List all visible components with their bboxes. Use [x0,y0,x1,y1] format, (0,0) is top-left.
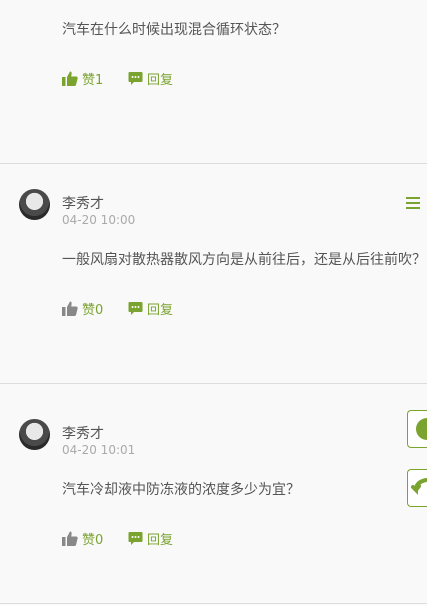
avatar[interactable] [19,419,50,450]
comment-bubble-icon [128,72,143,85]
reply-button[interactable]: 回复 [128,69,173,88]
reply-label: 回复 [147,73,174,88]
divider [0,383,427,384]
comment-time: 04-20 10:00 [62,213,136,227]
reply-button[interactable]: 回复 [128,299,173,318]
author-name[interactable]: 李秀才 [62,193,104,213]
like-button[interactable]: 赞0 [62,299,103,318]
like-count: 赞0 [82,533,104,548]
reply-label: 回复 [147,303,174,318]
like-count: 赞0 [82,303,104,318]
comment-bubble-icon [128,532,143,545]
thumbs-up-icon [62,531,78,546]
thumbs-up-icon [62,301,78,316]
like-button[interactable]: 赞1 [62,69,103,88]
comment-question: 一般风扇对散热器散风方向是从前往后，还是从后往前吹？ [62,252,426,268]
comment-question: 汽车冷却液中防冻液的浓度多少为宜？ [62,482,300,498]
floating-action-button[interactable] [407,469,427,507]
reply-button[interactable]: 回复 [128,529,173,548]
floating-action-button[interactable] [407,410,427,448]
back-arrow-icon [411,478,427,495]
thumbs-up-icon [62,71,78,86]
comment-bubble-icon [128,302,143,315]
floating-button-icon [416,418,427,440]
like-button[interactable]: 赞0 [62,529,103,548]
like-count: 赞1 [82,73,104,88]
divider [0,603,427,604]
comment-question: 汽车在什么时候出现混合循环状态？ [62,22,286,38]
comment-time: 04-20 10:01 [62,443,136,457]
author-name[interactable]: 李秀才 [62,423,104,443]
reply-label: 回复 [147,533,174,548]
hamburger-menu-icon[interactable] [406,197,420,209]
divider [0,163,427,164]
avatar[interactable] [19,189,50,220]
